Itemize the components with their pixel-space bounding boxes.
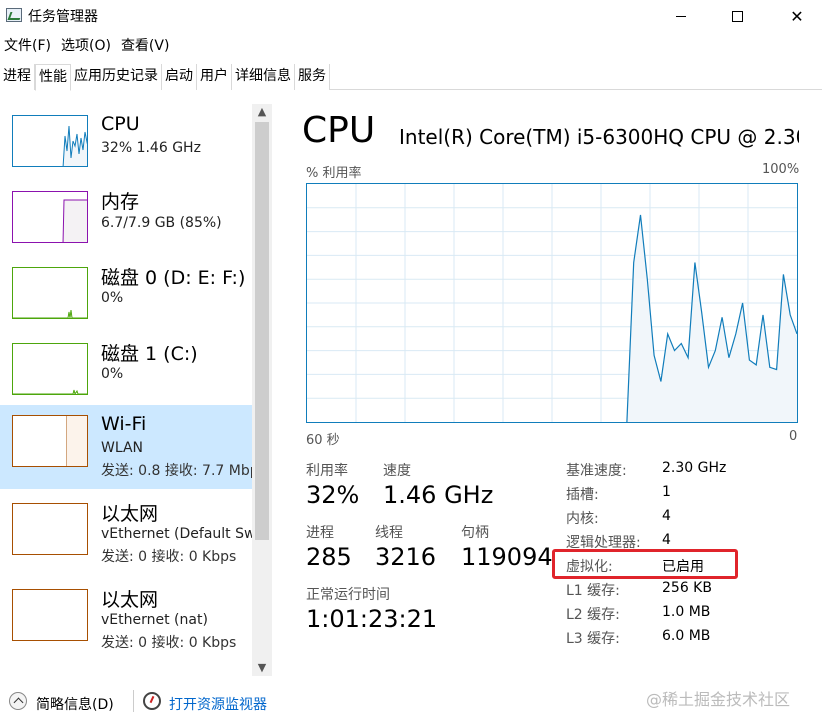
minimize-button[interactable] xyxy=(658,0,704,32)
tab-services[interactable]: 服务 xyxy=(295,64,330,90)
resource-name: 以太网 xyxy=(101,589,159,611)
graph-utilization-label: % 利用率 xyxy=(306,166,362,181)
resource-item-disk0[interactable]: 磁盘 0 (D: E: F:) 0% xyxy=(0,257,252,341)
info-label-l1-cache: L1 缓存: xyxy=(566,583,620,599)
resource-throughput: 发送: 0.8 接收: 7.7 Mbps xyxy=(101,463,266,479)
title-bar: 任务管理器 ✕ xyxy=(0,0,822,32)
cpu-usage-graph xyxy=(306,183,798,423)
speed-value: 1.46 GHz xyxy=(383,481,494,509)
resource-name: 以太网 xyxy=(101,503,159,525)
resource-monitor-icon[interactable] xyxy=(143,692,161,710)
processes-label: 进程 xyxy=(306,525,334,541)
cpu-model: Intel(R) Core(TM) i5-6300HQ CPU @ 2.30GH… xyxy=(399,125,799,149)
menu-bar: 文件(F) 选项(O) 查看(V) xyxy=(0,36,175,56)
resource-list-scrollbar[interactable]: ▲ ▼ xyxy=(252,104,272,676)
tab-users[interactable]: 用户 xyxy=(197,64,232,90)
bottom-bar: 简略信息(D) 打开资源监视器 @稀土掘金技术社区 xyxy=(0,686,822,728)
info-label-sockets: 插槽: xyxy=(566,487,599,503)
resource-throughput: 发送: 0 接收: 0 Kbps xyxy=(101,549,237,565)
info-value-base-speed: 2.30 GHz xyxy=(662,460,727,476)
tab-details[interactable]: 详细信息 xyxy=(232,64,295,90)
resource-detail: WLAN xyxy=(101,440,144,456)
resource-name: 磁盘 0 (D: E: F:) xyxy=(101,267,246,289)
info-label-l3-cache: L3 缓存: xyxy=(566,631,620,647)
resource-name: Wi-Fi xyxy=(101,413,147,435)
task-manager-icon xyxy=(6,8,22,22)
close-button[interactable]: ✕ xyxy=(774,0,820,32)
resource-detail: vEthernet (Default Switch) xyxy=(101,526,272,542)
resource-item-ethernet-default[interactable]: 以太网 vEthernet (Default Switch) 发送: 0 接收:… xyxy=(0,491,272,575)
tab-bar: 进程 性能 应用历史记录 启动 用户 详细信息 服务 xyxy=(0,64,822,91)
utilization-value: 32% xyxy=(306,481,360,509)
wifi-thumbnail xyxy=(12,415,88,467)
disk0-thumbnail xyxy=(12,267,88,319)
maximize-icon xyxy=(731,10,743,22)
resource-detail: 0% xyxy=(101,366,124,382)
virtualization-highlight xyxy=(552,549,738,579)
tab-performance[interactable]: 性能 xyxy=(35,64,71,91)
resource-detail: 6.7/7.9 GB (85%) xyxy=(101,215,222,231)
ethernet-thumbnail xyxy=(12,589,88,641)
handles-label: 句柄 xyxy=(461,525,489,541)
info-value-logical-processors: 4 xyxy=(662,532,671,548)
speed-label: 速度 xyxy=(383,463,411,479)
resource-item-cpu[interactable]: CPU 32% 1.46 GHz xyxy=(0,105,252,189)
resource-detail: vEthernet (nat) xyxy=(101,612,208,628)
resource-name: 内存 xyxy=(101,191,140,213)
ethernet-thumbnail xyxy=(12,503,88,555)
resource-item-wifi[interactable]: Wi-Fi WLAN 发送: 0.8 接收: 7.7 Mbps xyxy=(0,405,266,489)
window-title: 任务管理器 xyxy=(28,9,98,25)
maximize-button[interactable] xyxy=(714,0,760,32)
resource-item-memory[interactable]: 内存 6.7/7.9 GB (85%) xyxy=(0,181,252,265)
open-resource-monitor-link[interactable]: 打开资源监视器 xyxy=(169,694,267,714)
info-value-l2-cache: 1.0 MB xyxy=(662,604,711,620)
minimize-icon xyxy=(676,15,686,17)
cpu-graph-svg xyxy=(307,184,798,423)
scroll-thumb[interactable] xyxy=(255,122,269,540)
uptime-label: 正常运行时间 xyxy=(306,587,390,603)
info-value-l3-cache: 6.0 MB xyxy=(662,628,711,644)
info-value-sockets: 1 xyxy=(662,484,671,500)
cpu-thumbnail xyxy=(12,115,88,167)
graph-max-label: 100% xyxy=(762,162,800,177)
tab-app-history[interactable]: 应用历史记录 xyxy=(71,64,162,90)
cpu-usage-area xyxy=(626,214,797,422)
threads-value: 3216 xyxy=(375,543,437,571)
watermark: @稀土掘金技术社区 xyxy=(646,690,791,709)
utilization-label: 利用率 xyxy=(306,463,348,479)
resource-name: CPU xyxy=(101,113,140,135)
info-value-l1-cache: 256 KB xyxy=(662,580,712,596)
resource-name: 磁盘 1 (C:) xyxy=(101,343,198,365)
menu-options[interactable]: 选项(O) xyxy=(57,36,117,56)
info-value-cores: 4 xyxy=(662,508,671,524)
tab-processes[interactable]: 进程 xyxy=(0,64,35,90)
resource-throughput: 发送: 0 接收: 0 Kbps xyxy=(101,635,237,651)
disk1-thumbnail xyxy=(12,343,88,395)
close-icon: ✕ xyxy=(790,6,804,26)
threads-label: 线程 xyxy=(375,525,403,541)
scroll-down-icon[interactable]: ▼ xyxy=(252,660,272,676)
memory-thumbnail xyxy=(12,191,88,243)
graph-time-now: 0 xyxy=(789,429,798,444)
resource-detail: 0% xyxy=(101,290,124,306)
resource-item-ethernet-nat[interactable]: 以太网 vEthernet (nat) 发送: 0 接收: 0 Kbps xyxy=(0,577,252,661)
graph-time-span: 60 秒 xyxy=(306,433,340,448)
info-label-l2-cache: L2 缓存: xyxy=(566,607,620,623)
menu-file[interactable]: 文件(F) xyxy=(0,36,57,56)
resource-list: CPU 32% 1.46 GHz 内存 6.7/7.9 GB (85%) 磁盘 … xyxy=(0,91,272,676)
divider xyxy=(133,690,134,712)
tab-startup[interactable]: 启动 xyxy=(162,64,197,90)
page-title: CPU xyxy=(302,110,376,151)
scroll-up-icon[interactable]: ▲ xyxy=(252,104,272,120)
processes-value: 285 xyxy=(306,543,352,571)
chevron-up-icon[interactable] xyxy=(9,692,27,710)
handles-value: 119094 xyxy=(461,543,553,571)
uptime-value: 1:01:23:21 xyxy=(306,605,438,633)
info-label-cores: 内核: xyxy=(566,511,599,527)
resource-detail: 32% 1.46 GHz xyxy=(101,140,201,156)
fewer-details-button[interactable]: 简略信息(D) xyxy=(36,694,114,714)
menu-view[interactable]: 查看(V) xyxy=(117,36,176,56)
info-label-base-speed: 基准速度: xyxy=(566,463,627,479)
